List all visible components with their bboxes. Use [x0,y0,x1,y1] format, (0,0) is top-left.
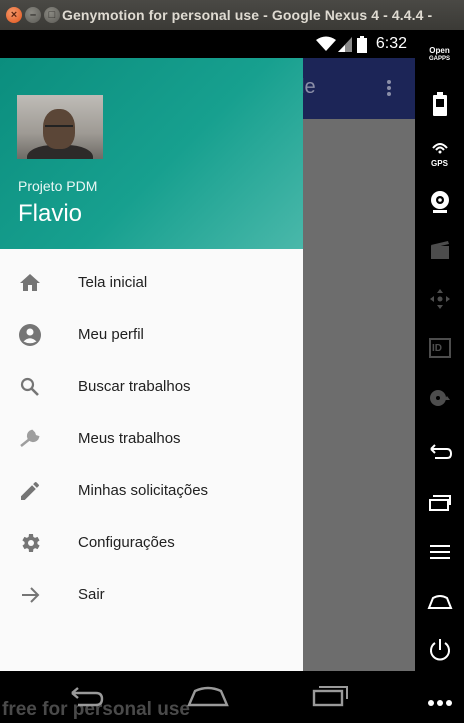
drawer-scrim[interactable] [300,119,415,671]
dpad-button[interactable] [415,288,464,315]
profile-photo[interactable] [17,95,103,159]
more-horizontal-icon [427,700,452,706]
app-toolbar: le [300,58,415,119]
more-options-button[interactable] [415,694,464,712]
back-key-button[interactable] [415,444,464,465]
menu-item-tela-inicial[interactable]: Tela inicial [0,257,303,309]
disk-io-button[interactable] [415,388,464,413]
battery-icon [432,92,447,116]
menu-item-label: Buscar trabalhos [78,378,191,395]
home-outline-icon [427,595,452,609]
recents-button[interactable] [310,685,350,707]
status-bar: 6:32 [0,30,415,58]
back-button[interactable] [66,685,106,707]
navigation-drawer: Projeto PDM Flavio Tela inicial Meu perf… [0,58,303,671]
gps-label: GPS [431,159,448,168]
webcam-button[interactable] [415,190,464,219]
menu-item-label: Meus trabalhos [78,430,181,447]
menu-item-meu-perfil[interactable]: Meu perfil [0,309,303,361]
gps-icon [431,143,448,154]
home-button[interactable] [186,685,230,707]
pencil-icon [21,481,40,500]
window-minimize-button[interactable]: – [25,7,41,23]
power-button[interactable] [415,638,464,667]
back-arrow-icon [429,444,452,459]
menu-item-meus-trabalhos[interactable]: Meus trabalhos [0,413,303,465]
menu-item-label: Tela inicial [78,274,148,291]
home-icon [20,274,40,291]
device-id-label: ID [432,343,442,354]
android-screen: 6:32 le Projeto PDM Flavio Tela inicial … [0,30,415,671]
window-title: Genymotion for personal use - Google Nex… [62,7,433,23]
header-subtitle: Projeto PDM [18,178,98,194]
android-nav-bar: free for personal use [0,671,415,723]
arrow-right-icon [22,587,40,603]
wrench-icon [20,429,40,447]
clapperboard-icon [430,241,449,259]
clock: 6:32 [375,35,407,52]
header-user-name: Flavio [18,200,83,227]
menu-icon [429,545,450,559]
account-circle-icon [19,324,41,346]
menu-item-label: Configurações [78,534,175,551]
webcam-icon [430,191,449,213]
recent-apps-icon [428,495,451,511]
genymotion-toolbar: Open GAPPS GPS ID [415,30,464,723]
menu-item-configuracoes[interactable]: Configurações [0,517,303,569]
window-close-button[interactable]: × [6,7,22,23]
signal-icon [338,37,352,52]
device-id-button[interactable]: ID [415,338,464,363]
window-maximize-button[interactable]: □ [44,7,60,23]
dpad-icon [429,289,450,309]
search-icon [20,377,39,396]
home-key-button[interactable] [415,594,464,615]
menu-item-buscar-trabalhos[interactable]: Buscar trabalhos [0,361,303,413]
disk-icon [429,390,450,406]
menu-item-sair[interactable]: Sair [0,569,303,621]
opengapps-label-1: Open [429,46,450,55]
menu-item-label: Sair [78,586,105,603]
power-icon [429,639,450,661]
screencast-button[interactable] [415,240,464,265]
opengapps-button[interactable]: Open GAPPS [415,46,464,64]
gps-button[interactable]: GPS [415,141,464,168]
wifi-icon [316,36,336,51]
menu-item-label: Meu perfil [78,326,144,343]
drawer-menu: Tela inicial Meu perfil Buscar trabalhos… [0,257,303,621]
menu-key-button[interactable] [415,544,464,565]
drawer-header: Projeto PDM Flavio [0,58,303,249]
battery-widget-button[interactable] [415,92,464,121]
window-titlebar: × – □ Genymotion for personal use - Goog… [0,0,464,30]
gear-icon [22,534,40,552]
menu-item-minhas-solicitacoes[interactable]: Minhas solicitações [0,465,303,517]
overflow-menu-icon[interactable] [384,78,394,102]
recent-apps-key-button[interactable] [415,494,464,517]
battery-icon [357,36,367,53]
opengapps-label-2: GAPPS [428,56,450,62]
menu-item-label: Minhas solicitações [78,482,209,499]
genymotion-window: × – □ Genymotion for personal use - Goog… [0,0,464,723]
